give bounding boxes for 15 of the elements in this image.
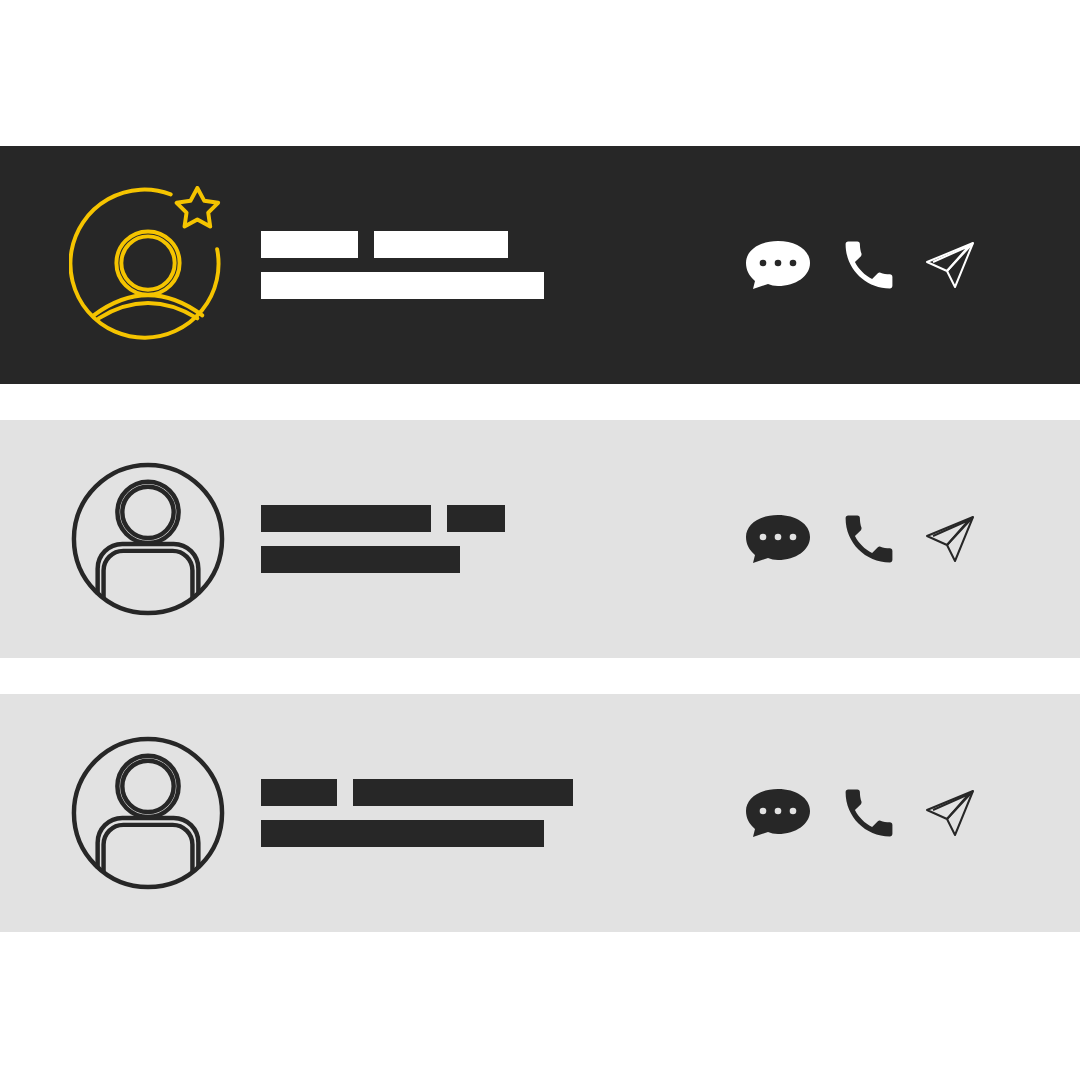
contact-row[interactable]: [0, 694, 1080, 932]
send-icon[interactable]: [925, 788, 975, 838]
phone-icon[interactable]: [843, 787, 895, 839]
avatar-icon: [69, 460, 227, 618]
send-icon[interactable]: [925, 514, 975, 564]
phone-icon[interactable]: [843, 239, 895, 291]
chat-icon[interactable]: [743, 239, 813, 291]
contact-row[interactable]: [0, 146, 1080, 384]
text-placeholder: [447, 505, 505, 532]
avatar-icon: [69, 734, 227, 892]
chat-icon[interactable]: [743, 513, 813, 565]
phone-icon[interactable]: [843, 513, 895, 565]
contact-row[interactable]: [0, 420, 1080, 658]
send-icon[interactable]: [925, 240, 975, 290]
chat-icon[interactable]: [743, 787, 813, 839]
